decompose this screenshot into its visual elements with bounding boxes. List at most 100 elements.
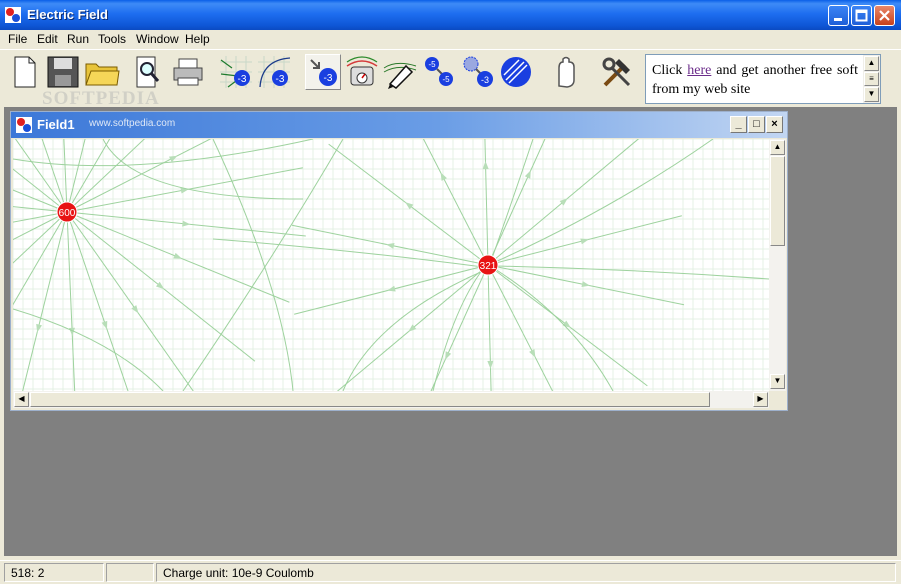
ad-scroll-thumb[interactable]: ≡: [864, 72, 879, 86]
title-bar[interactable]: Electric Field: [0, 0, 901, 30]
child-close-button[interactable]: ×: [766, 116, 783, 133]
print-preview-button[interactable]: [130, 54, 166, 90]
draw-button[interactable]: [382, 54, 418, 90]
child-window-title: Field1: [37, 117, 75, 132]
field-lines-charge-icon: -3: [220, 56, 252, 88]
scroll-up-button[interactable]: ▲: [770, 140, 785, 155]
field-line: [430, 264, 489, 391]
hand-button[interactable]: [549, 54, 585, 90]
field-line: [490, 139, 534, 262]
field-line: [13, 211, 68, 264]
field-line: [66, 139, 86, 213]
field-arrow: [529, 349, 536, 358]
status-bar: 518: 2 Charge unit: 10e-9 Coulomb: [0, 560, 901, 584]
ad-scrollbar[interactable]: ▲ ≡ ▼: [863, 55, 880, 103]
field-line: [63, 139, 68, 213]
open-folder-icon: [85, 63, 120, 86]
child-close-icon: ×: [771, 118, 778, 130]
menu-bar: File Edit Run Tools Window Help: [0, 30, 901, 49]
two-charges-label-a: -5: [428, 60, 436, 69]
field-curve-charge-icon: -3: [258, 56, 291, 88]
vertical-scrollbar[interactable]: ▲ ▼: [769, 139, 786, 391]
menu-window[interactable]: Window: [136, 32, 179, 46]
ad-scroll-down-button[interactable]: ▼: [864, 87, 879, 102]
ad-link[interactable]: here: [687, 63, 711, 78]
field-lines-button[interactable]: -3: [218, 54, 254, 90]
charge-label: 600: [59, 208, 76, 219]
printer-icon: [173, 58, 203, 86]
maximize-icon: [855, 9, 868, 22]
field-line: [487, 264, 492, 391]
field-line: [66, 139, 212, 213]
scroll-left-button[interactable]: ◀: [14, 392, 29, 407]
child-restore-button[interactable]: □: [748, 116, 765, 133]
field-line: [432, 268, 484, 391]
minimize-icon: [834, 18, 842, 21]
horizontal-scroll-thumb[interactable]: [30, 392, 710, 407]
field-line: [484, 139, 489, 266]
child-title-bar[interactable]: Field1 www.softpedia.com _ □ ×: [11, 112, 787, 138]
charge-label: 321: [480, 261, 497, 272]
new-document-icon: [14, 56, 36, 88]
meter-gauge-icon: [346, 56, 378, 86]
hand-icon: [558, 56, 575, 88]
tools-hammer-wrench-icon: [602, 57, 631, 87]
print-button[interactable]: [170, 54, 206, 90]
charge-600[interactable]: 600: [56, 201, 78, 223]
two-charges-label-b: -5: [442, 75, 450, 84]
field-line: [13, 211, 68, 241]
open-button[interactable]: [84, 54, 120, 90]
ad-box: Click here and get another free soft fro…: [645, 54, 881, 104]
field-arrow: [387, 285, 396, 292]
field-lines: [13, 139, 769, 391]
field-plot: 600 321: [13, 139, 769, 391]
menu-tools[interactable]: Tools: [98, 32, 126, 46]
tools-button[interactable]: [599, 54, 635, 90]
menu-edit[interactable]: Edit: [37, 32, 58, 46]
select-charge-label: -3: [324, 73, 333, 84]
child-minimize-icon: _: [735, 118, 742, 130]
new-button[interactable]: [7, 54, 43, 90]
meter-button[interactable]: [344, 54, 380, 90]
minimize-button[interactable]: [828, 5, 849, 26]
window-title: Electric Field: [27, 7, 108, 22]
scroll-down-button[interactable]: ▼: [770, 374, 785, 389]
field-line: [487, 264, 554, 391]
field-lines-charge-label: -3: [238, 74, 247, 85]
watermark-url: www.softpedia.com: [89, 118, 176, 129]
scroll-right-button[interactable]: ▶: [753, 392, 768, 407]
menu-help[interactable]: Help: [185, 32, 210, 46]
save-button[interactable]: [45, 54, 81, 90]
maximize-button[interactable]: [851, 5, 872, 26]
field-arrow: [580, 238, 589, 245]
status-charge-unit: Charge unit: 10e-9 Coulomb: [156, 563, 896, 582]
rotate-charge-button[interactable]: [498, 54, 534, 90]
close-button[interactable]: [874, 5, 895, 26]
two-charges-button[interactable]: -5 -5: [421, 54, 457, 90]
ad-scroll-up-button[interactable]: ▲: [864, 56, 879, 71]
status-coordinates: 518: 2: [4, 563, 104, 582]
menu-file[interactable]: File: [8, 32, 27, 46]
field-line: [422, 139, 489, 266]
print-preview-icon: [136, 56, 160, 88]
field-arrow: [524, 170, 531, 179]
field-arrow: [173, 252, 182, 259]
field-arrow: [168, 155, 178, 163]
move-charge-button[interactable]: -3: [460, 54, 496, 90]
horizontal-scrollbar[interactable]: ◀ ▶: [13, 391, 769, 408]
status-middle: [106, 563, 154, 582]
child-minimize-button[interactable]: _: [730, 116, 747, 133]
menu-run[interactable]: Run: [67, 32, 89, 46]
move-charge-icon: -3: [463, 56, 493, 87]
mdi-workspace: Field1 www.softpedia.com _ □ × 600 321 ▲ …: [4, 107, 897, 556]
move-charge-label: -3: [481, 75, 489, 85]
select-charge-button[interactable]: -3: [305, 54, 341, 90]
two-charges-icon: -5 -5: [425, 57, 453, 86]
field-arrow: [405, 202, 414, 210]
field-line: [494, 265, 769, 280]
field-arrow: [36, 323, 43, 333]
field-canvas[interactable]: 600 321: [13, 139, 769, 391]
vertical-scroll-thumb[interactable]: [770, 156, 785, 246]
field-curve-button[interactable]: -3: [256, 54, 292, 90]
charge-321[interactable]: 321: [477, 254, 499, 276]
